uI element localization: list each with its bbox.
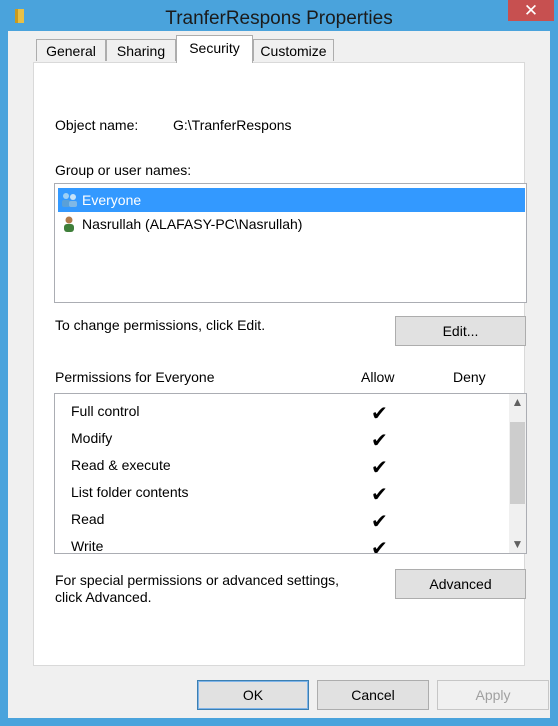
- title-bar[interactable]: TranferRespons Properties ✕: [0, 0, 558, 31]
- group-names-label: Group or user names:: [55, 162, 192, 178]
- allow-check-icon: ✔: [371, 511, 388, 533]
- cancel-button[interactable]: Cancel: [317, 680, 429, 710]
- properties-window: TranferRespons Properties ✕ General Shar…: [0, 0, 558, 726]
- permission-row: List folder contents ✔: [71, 481, 511, 508]
- list-item-nasrullah[interactable]: Nasrullah (ALAFASY-PC\Nasrullah): [58, 212, 525, 236]
- user-list[interactable]: Everyone Nasrullah (ALAFASY-PC\Nasrullah…: [54, 183, 527, 303]
- advanced-hint: For special permissions or advanced sett…: [55, 572, 339, 606]
- change-permissions-hint: To change permissions, click Edit.: [55, 317, 266, 333]
- apply-button[interactable]: Apply: [437, 680, 549, 710]
- permissions-label: Permissions for Everyone: [55, 369, 215, 385]
- permission-row: Full control ✔: [71, 400, 511, 427]
- permission-name: Read: [71, 511, 105, 527]
- permission-name: List folder contents: [71, 484, 189, 500]
- permissions-list[interactable]: Full control ✔ Modify ✔ Read & execute ✔…: [54, 393, 527, 554]
- permissions-scrollbar[interactable]: ▲ ▼: [509, 394, 526, 553]
- tab-general[interactable]: General: [36, 39, 106, 61]
- tab-customize[interactable]: Customize: [253, 39, 334, 61]
- users-group-icon: [62, 193, 77, 207]
- close-button[interactable]: ✕: [508, 0, 554, 21]
- list-item-everyone[interactable]: Everyone: [58, 188, 525, 212]
- edit-button[interactable]: Edit...: [395, 316, 526, 346]
- allow-header: Allow: [361, 369, 395, 385]
- tab-sharing[interactable]: Sharing: [106, 39, 176, 61]
- user-icon: [64, 216, 74, 232]
- ok-button[interactable]: OK: [197, 680, 309, 710]
- allow-check-icon: ✔: [371, 484, 388, 506]
- permission-row: Write ✔: [71, 535, 511, 554]
- object-name-label: Object name:: [55, 117, 139, 133]
- advanced-hint-line2: click Advanced.: [55, 589, 152, 605]
- permission-name: Write: [71, 538, 104, 554]
- allow-check-icon: ✔: [371, 430, 388, 452]
- list-item-label: Nasrullah (ALAFASY-PC\Nasrullah): [82, 216, 303, 232]
- object-name-value: G:\TranferRespons: [173, 117, 292, 133]
- allow-check-icon: ✔: [371, 457, 388, 479]
- permission-name: Modify: [71, 430, 113, 446]
- scroll-down-icon[interactable]: ▼: [509, 536, 526, 553]
- advanced-button[interactable]: Advanced: [395, 569, 526, 599]
- advanced-hint-line1: For special permissions or advanced sett…: [55, 572, 340, 588]
- permission-name: Full control: [71, 403, 140, 419]
- permission-row: Read ✔: [71, 508, 511, 535]
- scroll-thumb[interactable]: [510, 422, 525, 504]
- permission-name: Read & execute: [71, 457, 171, 473]
- allow-check-icon: ✔: [371, 403, 388, 425]
- permission-row: Read & execute ✔: [71, 454, 511, 481]
- tab-security[interactable]: Security: [176, 35, 253, 63]
- scroll-up-icon[interactable]: ▲: [509, 394, 526, 411]
- allow-check-icon: ✔: [371, 538, 388, 554]
- permission-row: Modify ✔: [71, 427, 511, 454]
- window-title: TranferRespons Properties: [165, 8, 393, 29]
- list-item-label: Everyone: [82, 192, 142, 208]
- deny-header: Deny: [453, 369, 486, 385]
